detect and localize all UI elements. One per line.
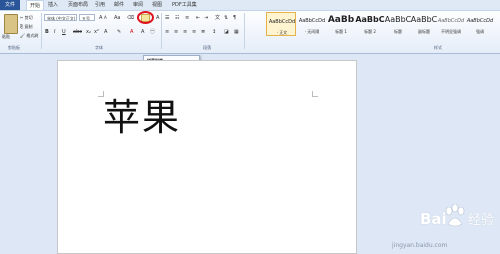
distributed-icon[interactable]: ≣: [201, 29, 205, 35]
watermark-brand-2: 经验: [468, 213, 495, 228]
cut-button[interactable]: ✂ 剪切: [20, 15, 33, 21]
font-color-icon[interactable]: A: [130, 29, 133, 35]
enclose-characters-icon[interactable]: ㊀: [150, 29, 155, 35]
tab-view[interactable]: 视图: [152, 2, 162, 8]
highlight-color-icon[interactable]: ✎: [117, 29, 121, 35]
style-subtle-emphasis[interactable]: AaBbCcDd 不明显强调: [436, 12, 466, 36]
italic-icon[interactable]: I: [54, 29, 55, 35]
strikethrough-icon[interactable]: abc: [73, 29, 82, 35]
superscript-icon[interactable]: x²: [94, 29, 99, 35]
style-name: 强调: [476, 29, 484, 34]
tab-file[interactable]: 文件: [0, 0, 20, 10]
tab-insert[interactable]: 插入: [48, 2, 58, 8]
group-divider: [41, 13, 42, 49]
style-sample: AaBbC: [355, 15, 385, 24]
shading-icon[interactable]: ◪: [224, 29, 229, 35]
style-emphasis[interactable]: AaBbCcDd 强调: [465, 12, 495, 36]
multilevel-list-icon[interactable]: ≡: [185, 15, 189, 21]
style-subtitle[interactable]: AaBbC 副标题: [409, 12, 439, 36]
align-center-icon[interactable]: ≡: [174, 29, 178, 35]
watermark-url: jingyan.baidu.com: [392, 242, 448, 249]
style-name: 标题 1: [335, 29, 347, 34]
style-name: 标题 2: [364, 29, 376, 34]
font-group-label: 字体: [95, 45, 103, 50]
document-page[interactable]: [57, 60, 357, 254]
numbering-icon[interactable]: ☷: [175, 15, 179, 21]
clipboard-group-label: 剪贴板: [8, 45, 20, 50]
paste-button-label[interactable]: 粘贴: [2, 34, 10, 40]
margin-corner-mark: [312, 91, 318, 97]
paste-icon[interactable]: [4, 14, 18, 34]
document-text[interactable]: 苹果: [103, 96, 181, 140]
style-heading-1[interactable]: AaBb 标题 1: [326, 12, 356, 36]
format-painter-label: 格式刷: [26, 33, 39, 38]
decrease-indent-icon[interactable]: ⇤: [196, 15, 200, 21]
style-normal[interactable]: AaBbCcDd · 正文: [266, 12, 296, 36]
annotation-circle: [137, 11, 154, 24]
character-shading-icon[interactable]: A: [141, 29, 144, 35]
font-size-combo[interactable]: 五号: [79, 14, 95, 21]
format-painter-button[interactable]: 🖌 格式刷: [20, 33, 38, 39]
tab-references[interactable]: 引用: [95, 2, 105, 8]
style-sample: AaBb: [327, 15, 355, 25]
style-name: 不明显强调: [441, 29, 461, 34]
line-spacing-icon[interactable]: ↕: [212, 29, 216, 35]
style-sample: AaBbCcDd: [437, 18, 465, 24]
style-sample: AaBbCcDd: [268, 19, 296, 25]
increase-indent-icon[interactable]: ⇥: [204, 15, 208, 21]
borders-icon[interactable]: ▦: [234, 29, 239, 35]
bullets-icon[interactable]: ☰: [165, 15, 169, 21]
paw-icon: [445, 204, 465, 227]
grow-font-icon[interactable]: A: [99, 15, 102, 21]
tab-pdf-tools[interactable]: PDF工具集: [172, 2, 197, 8]
paragraph-group-label: 段落: [203, 45, 211, 50]
styles-group-label: 样式: [434, 45, 442, 50]
style-sample: AaBbCcDd: [466, 18, 494, 24]
styles-gallery: AaBbCcDd · 正文 AaBbCcDd · 无间隔 AaBb 标题 1 A…: [266, 12, 496, 36]
style-name: 副标题: [418, 29, 430, 34]
underline-icon[interactable]: U: [62, 29, 66, 35]
tab-mailings[interactable]: 邮件: [114, 2, 124, 8]
copy-label: 复制: [24, 24, 33, 29]
font-name-combo[interactable]: 宋体 (中文正文): [44, 14, 77, 21]
subscript-icon[interactable]: x₂: [86, 29, 91, 35]
bold-icon[interactable]: B: [45, 29, 49, 35]
show-marks-icon[interactable]: ¶: [233, 15, 236, 21]
group-divider: [161, 13, 162, 49]
clear-formatting-icon[interactable]: ⌫: [127, 15, 134, 21]
shrink-font-icon[interactable]: A: [104, 15, 107, 21]
style-name: · 无间隔: [304, 29, 320, 34]
style-sample: AaBbC: [410, 15, 438, 24]
cut-label: 剪切: [24, 15, 33, 20]
text-effects-icon[interactable]: A: [104, 29, 107, 35]
watermark-brand: Bai: [420, 210, 447, 228]
change-case-icon[interactable]: Aa: [114, 15, 120, 21]
copy-button[interactable]: ⎘ 复制: [20, 24, 32, 30]
chinese-layout-icon[interactable]: 文: [215, 15, 220, 21]
style-name: · 正文: [276, 30, 288, 35]
align-right-icon[interactable]: ≡: [183, 29, 187, 35]
align-left-icon[interactable]: ≡: [165, 29, 169, 35]
tab-review[interactable]: 审阅: [133, 2, 143, 8]
group-divider: [244, 13, 245, 49]
style-heading-2[interactable]: AaBbC 标题 2: [355, 12, 385, 36]
style-sample: AaBbCcDd: [298, 18, 326, 24]
sort-icon[interactable]: ⇅: [224, 15, 228, 21]
tab-page-layout[interactable]: 页面布局: [68, 2, 88, 8]
character-border-icon[interactable]: A: [156, 15, 159, 21]
justify-icon[interactable]: ≡: [192, 29, 196, 35]
style-no-spacing[interactable]: AaBbCcDd · 无间隔: [297, 12, 327, 36]
